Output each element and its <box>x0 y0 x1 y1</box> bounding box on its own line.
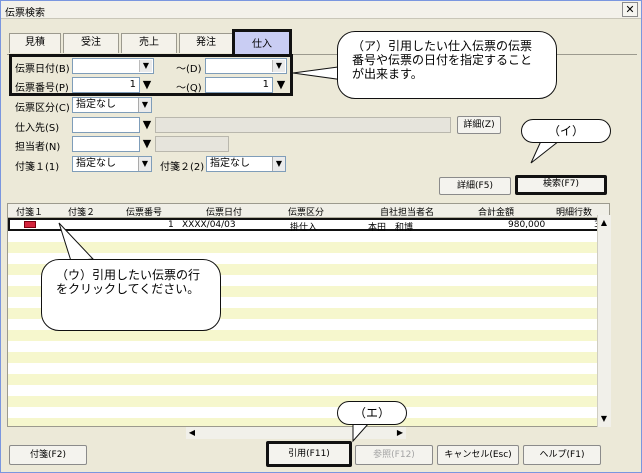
callout-i: （イ） <box>521 119 611 143</box>
search-slip-dialog: 伝票検索 ✕ 見積 受注 売上 発注 仕入 伝票日付(B) ▼ 〜(D) ▼ 伝… <box>0 0 642 473</box>
callout-a: （ア）引用したい仕入伝票の伝票番号や伝票の日付を指定することが出来ます。 <box>337 31 557 99</box>
callout-e: （エ） <box>337 401 407 425</box>
callout-u: （ウ）引用したい伝票の行をクリックしてください。 <box>41 259 221 331</box>
